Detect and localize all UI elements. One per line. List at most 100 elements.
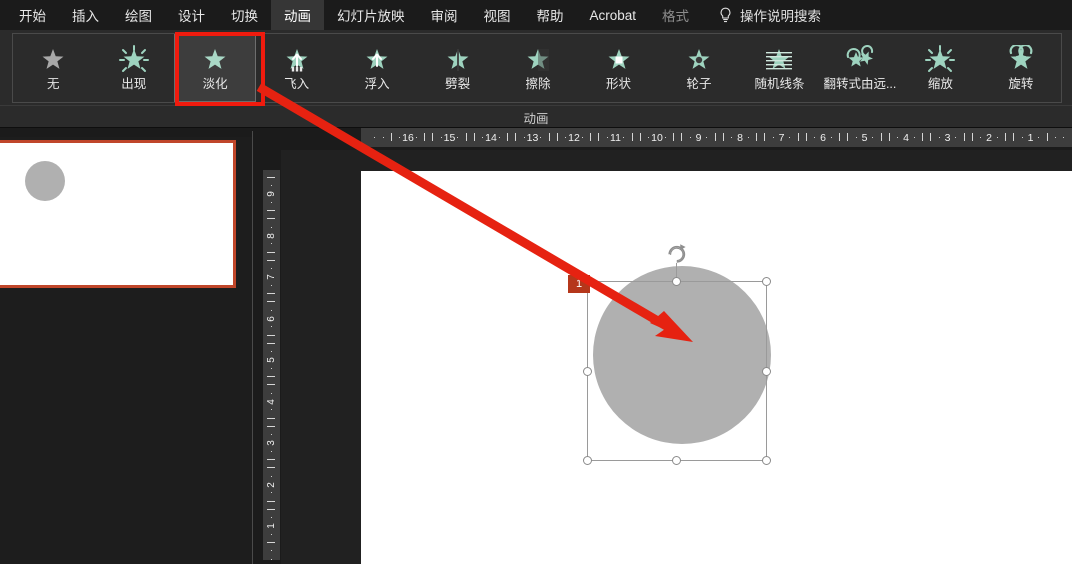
animation-gallery[interactable]: 无 出现 淡化 飞入 浮入 劈裂 擦除 形状 轮子 随机线条 翻转式由远... 缩放 旋转 (12, 33, 1062, 103)
vruler-minor-tick (271, 367, 272, 369)
vruler-minor-tick (267, 259, 275, 261)
menu-tab-acrobat[interactable]: Acrobat (577, 0, 650, 30)
tell-me-search[interactable]: 操作说明搜索 (702, 0, 831, 30)
vruler-minor-tick (271, 517, 272, 519)
hruler-minor-tick (872, 137, 874, 138)
animation-order-badge[interactable]: 1 (568, 275, 590, 293)
hruler-minor-tick (432, 133, 434, 141)
animation-item-floatin[interactable]: 浮入 (337, 34, 417, 102)
star-burst-icon (118, 45, 149, 73)
menu-tab-animations[interactable]: 动画 (271, 0, 324, 30)
animation-item-flyin[interactable]: 飞入 (256, 34, 336, 102)
horizontal-ruler[interactable]: 16 15 14 13 12 11 10 9 8 7 6 5 4 3 2 1 (361, 128, 1072, 147)
animation-item-fade[interactable]: 淡化 (173, 34, 257, 102)
menu-tab-review[interactable]: 审阅 (418, 0, 471, 30)
slide-thumbnail-pane[interactable] (0, 137, 252, 564)
vruler-minor-tick (271, 409, 272, 411)
menu-tab-design[interactable]: 设计 (165, 0, 218, 30)
handle-bottom-right[interactable] (762, 456, 771, 465)
star-fade-icon (204, 49, 226, 70)
menu-tab-transitions[interactable]: 切换 (218, 0, 271, 30)
hruler-minor-tick (598, 133, 600, 141)
vruler-minor-tick (267, 425, 275, 427)
slide-surface[interactable]: 1 (361, 171, 1072, 564)
animation-ribbon: 无 出现 淡化 飞入 浮入 劈裂 擦除 形状 轮子 随机线条 翻转式由远... 缩放 旋转 (0, 30, 1072, 106)
animation-item-zoom[interactable]: 缩放 (900, 34, 980, 102)
star-bars-icon (766, 49, 793, 70)
vruler-minor-tick (271, 417, 272, 419)
rotate-icon[interactable] (666, 243, 687, 264)
handle-middle-right[interactable] (762, 367, 771, 376)
animation-item-spin[interactable]: 旋转 (981, 34, 1061, 102)
hruler-minor-tick (1046, 133, 1048, 141)
hruler-minor-tick (1063, 137, 1065, 138)
animation-item-label: 出现 (121, 77, 147, 92)
hruler-minor-tick (515, 133, 517, 141)
hruler-minor-tick (482, 137, 484, 138)
animation-item-label: 形状 (606, 77, 632, 92)
vruler-minor-tick (267, 176, 275, 178)
vruler-minor-tick (271, 475, 272, 477)
tell-me-label: 操作说明搜索 (740, 9, 822, 24)
hruler-minor-tick (880, 137, 882, 138)
hruler-minor-tick (955, 137, 957, 138)
hruler-minor-tick (839, 137, 841, 138)
animation-item-randombars[interactable]: 随机线条 (739, 34, 819, 102)
menu-tab-view[interactable]: 视图 (471, 0, 524, 30)
menu-tab-home[interactable]: 开始 (6, 0, 59, 30)
animation-item-label: 缩放 (927, 77, 953, 92)
lightbulb-icon (720, 7, 731, 23)
handle-middle-left[interactable] (583, 367, 592, 376)
selection-frame (587, 281, 767, 461)
star-wipe-icon (527, 49, 550, 72)
vertical-ruler[interactable]: 987654321 (263, 170, 280, 560)
hruler-minor-tick (814, 137, 816, 138)
vruler-minor-tick (271, 201, 272, 203)
menu-tab-help[interactable]: 帮助 (524, 0, 577, 30)
hruler-minor-tick (590, 137, 592, 138)
handle-bottom-center[interactable] (672, 456, 681, 465)
hruler-minor-tick (980, 137, 982, 138)
hruler-minor-tick (1038, 137, 1040, 138)
animation-item-label: 浮入 (364, 77, 390, 92)
hruler-minor-tick (764, 133, 766, 141)
menu-tab-format[interactable]: 格式 (649, 0, 702, 30)
menu-tab-slideshow[interactable]: 幻灯片放映 (324, 0, 418, 30)
handle-bottom-left[interactable] (583, 456, 592, 465)
hruler-minor-tick (797, 137, 799, 138)
vruler-minor-tick (267, 384, 275, 386)
vruler-minor-tick (271, 334, 272, 336)
hruler-minor-tick (971, 133, 973, 141)
animation-item-appear[interactable]: 出现 (93, 34, 173, 102)
slide-thumbnail-1[interactable] (0, 140, 236, 288)
vruler-minor-tick (271, 492, 272, 494)
hruler-minor-tick (855, 137, 857, 138)
menu-tab-draw[interactable]: 绘图 (112, 0, 165, 30)
pane-divider[interactable] (252, 131, 253, 564)
hruler-minor-tick (390, 133, 392, 141)
animation-item-shape[interactable]: 形状 (578, 34, 658, 102)
menu-tab-insert[interactable]: 插入 (59, 0, 112, 30)
handle-top-right[interactable] (762, 277, 771, 286)
slide-canvas-area: 1 (281, 150, 1072, 564)
hruler-minor-tick (1005, 137, 1007, 138)
handle-top-center[interactable] (672, 277, 681, 286)
vruler-minor-tick (267, 542, 275, 544)
hruler-minor-tick (747, 137, 749, 138)
star-shape-icon (608, 49, 629, 70)
animation-item-grow_turn[interactable]: 翻转式由远... (820, 34, 900, 102)
animation-item-label: 随机线条 (754, 77, 805, 92)
menu-bar: 开始 插入 绘图 设计 切换 动画 幻灯片放映 审阅 视图 帮助 Acrobat 格式 操作说明搜索 (0, 0, 1072, 30)
hruler-minor-tick (623, 137, 625, 138)
hruler-minor-tick (930, 133, 932, 141)
hruler-minor-tick (756, 137, 758, 138)
animation-item-wipe[interactable]: 擦除 (498, 34, 578, 102)
vruler-minor-tick (271, 351, 272, 353)
vruler-minor-tick (271, 450, 272, 452)
vruler-minor-tick (267, 301, 275, 303)
hruler-minor-tick (556, 133, 558, 141)
animation-item-label: 淡化 (202, 77, 228, 92)
animation-item-split[interactable]: 劈裂 (417, 34, 497, 102)
animation-item-none[interactable]: 无 (13, 34, 93, 102)
animation-item-wheel[interactable]: 轮子 (659, 34, 739, 102)
